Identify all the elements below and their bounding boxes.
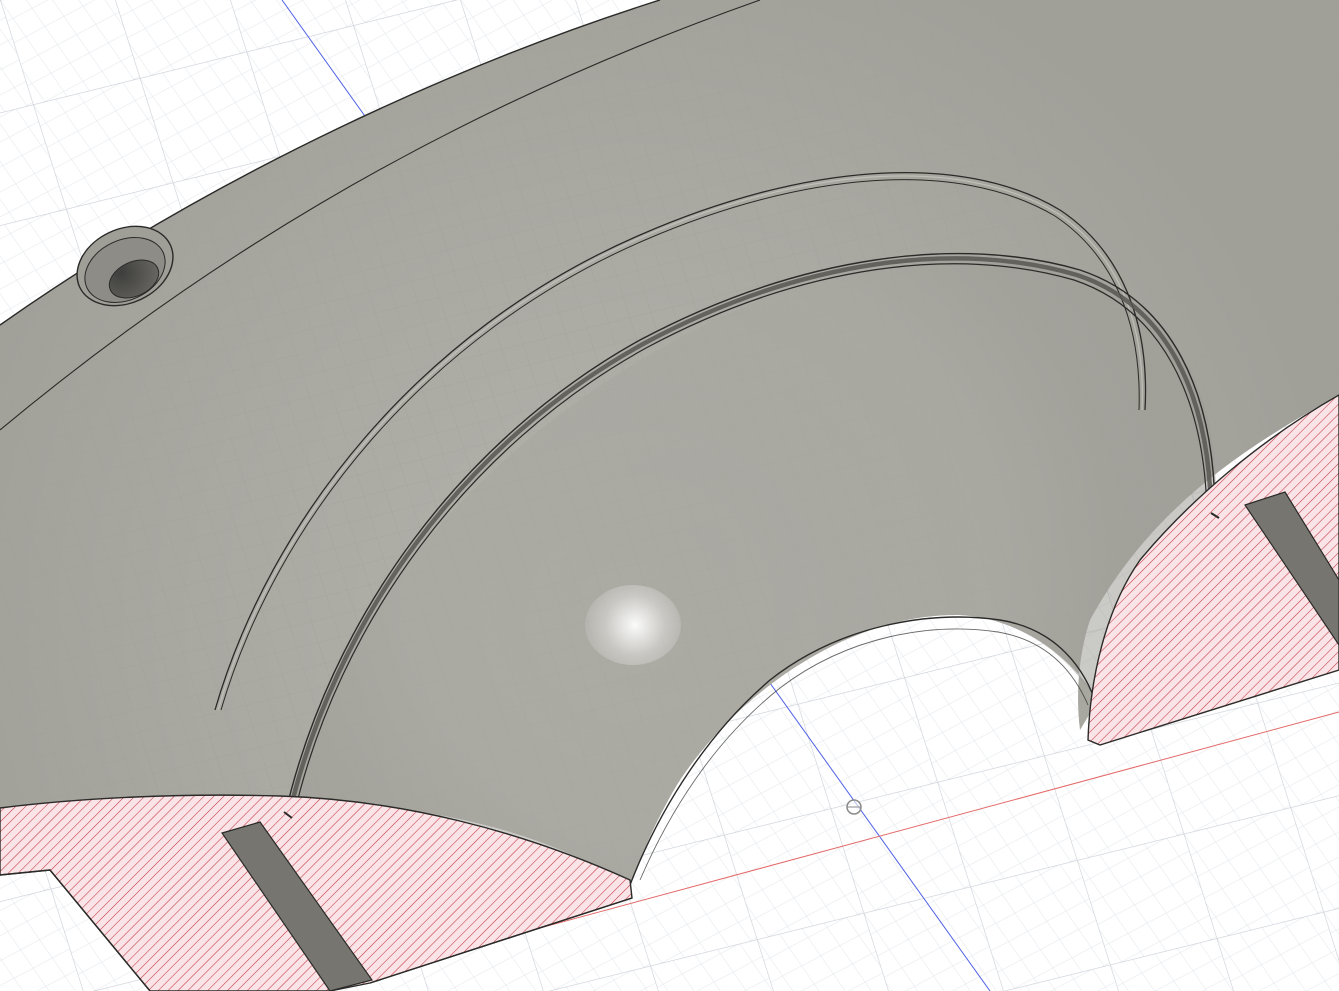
3d-viewport[interactable] bbox=[0, 0, 1339, 991]
model-canvas[interactable] bbox=[0, 0, 1339, 991]
origin-point-icon[interactable] bbox=[846, 799, 862, 815]
